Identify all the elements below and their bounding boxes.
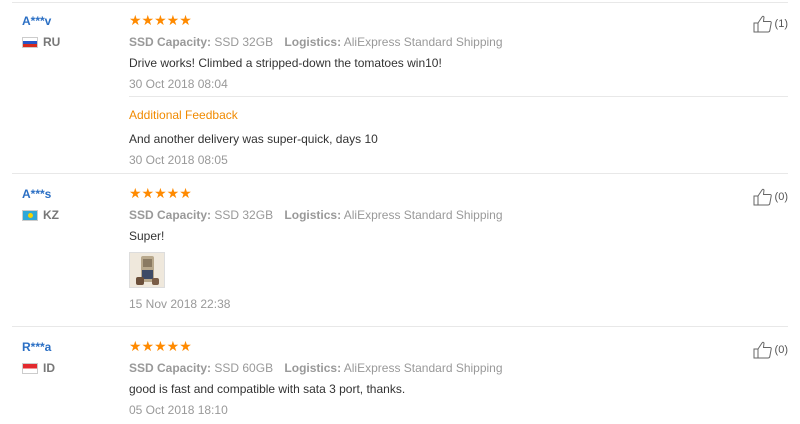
reviewer-country: KZ — [22, 208, 122, 222]
product-photo-icon — [130, 253, 164, 287]
helpful-button[interactable]: (0) — [753, 188, 788, 206]
review-text: good is fast and compatible with sata 3 … — [129, 382, 406, 396]
country-code: KZ — [43, 208, 59, 222]
helpful-button[interactable]: (1) — [753, 15, 788, 33]
review-body: ★★★★★ SSD Capacity: SSD 32GB Logistics: … — [129, 186, 709, 312]
review-text: Super! — [129, 229, 165, 243]
thumbs-up-icon — [753, 15, 772, 33]
reviewer-name: A***s — [22, 187, 52, 201]
review-date: 05 Oct 2018 18:10 — [129, 403, 228, 417]
reviewer-info: R***a ID — [22, 339, 122, 375]
helpful-count: (0) — [774, 191, 788, 203]
flag-ru-icon — [22, 36, 38, 48]
reviewer-info: A***v RU — [22, 13, 122, 49]
additional-feedback-date: 30 Oct 2018 08:05 — [129, 153, 228, 167]
additional-feedback-title: Additional Feedback — [129, 108, 238, 122]
capacity-label: SSD Capacity: — [129, 208, 212, 222]
reviewer-country: RU — [22, 35, 122, 49]
logistics-label: Logistics: — [284, 208, 342, 222]
logistics-value: AliExpress Standard Shipping — [343, 361, 503, 375]
flag-id-icon — [22, 362, 38, 374]
order-info: SSD Capacity: SSD 60GB Logistics: AliExp… — [129, 360, 709, 376]
reviewer-info: A***s KZ — [22, 186, 122, 222]
review-item: A***s KZ ★★★★★ SSD Capacity: SSD 32GB Lo… — [12, 186, 788, 327]
helpful-count: (0) — [774, 344, 788, 356]
reviewer-country: ID — [22, 361, 122, 375]
star-rating: ★★★★★ — [129, 338, 192, 354]
order-info: SSD Capacity: SSD 32GB Logistics: AliExp… — [129, 207, 709, 223]
logistics-label: Logistics: — [284, 361, 342, 375]
review-text: Drive works! Climbed a stripped-down the… — [129, 56, 442, 70]
order-info: SSD Capacity: SSD 32GB Logistics: AliExp… — [129, 34, 709, 50]
review-date: 30 Oct 2018 08:04 — [129, 77, 228, 91]
capacity-label: SSD Capacity: — [129, 361, 212, 375]
review-body: ★★★★★ SSD Capacity: SSD 32GB Logistics: … — [129, 13, 709, 92]
review-body: ★★★★★ SSD Capacity: SSD 60GB Logistics: … — [129, 339, 709, 418]
additional-feedback: Additional Feedback And another delivery… — [129, 107, 709, 168]
capacity-value: SSD 60GB — [214, 361, 274, 375]
flag-kz-icon — [22, 209, 38, 221]
thumbs-up-icon — [753, 188, 772, 206]
logistics-value: AliExpress Standard Shipping — [343, 208, 503, 222]
star-rating: ★★★★★ — [129, 185, 192, 201]
country-code: RU — [43, 35, 61, 49]
feedback-divider — [129, 96, 788, 97]
reviewer-name: A***v — [22, 14, 52, 28]
additional-feedback-text: And another delivery was super-quick, da… — [129, 132, 378, 146]
capacity-label: SSD Capacity: — [129, 35, 212, 49]
review-item: R***a ID ★★★★★ SSD Capacity: SSD 60GB Lo… — [12, 339, 788, 424]
review-photo-thumbnail[interactable] — [129, 252, 165, 288]
capacity-value: SSD 32GB — [214, 208, 274, 222]
top-divider — [12, 2, 788, 3]
reviewer-name: R***a — [22, 340, 52, 354]
logistics-value: AliExpress Standard Shipping — [343, 35, 503, 49]
country-code: ID — [43, 361, 55, 375]
review-date: 15 Nov 2018 22:38 — [129, 297, 231, 311]
review-item: A***v RU ★★★★★ SSD Capacity: SSD 32GB Lo… — [12, 13, 788, 174]
thumbs-up-icon — [753, 341, 772, 359]
helpful-button[interactable]: (0) — [753, 341, 788, 359]
capacity-value: SSD 32GB — [214, 35, 274, 49]
star-rating: ★★★★★ — [129, 12, 192, 28]
logistics-label: Logistics: — [284, 35, 342, 49]
helpful-count: (1) — [774, 18, 788, 30]
